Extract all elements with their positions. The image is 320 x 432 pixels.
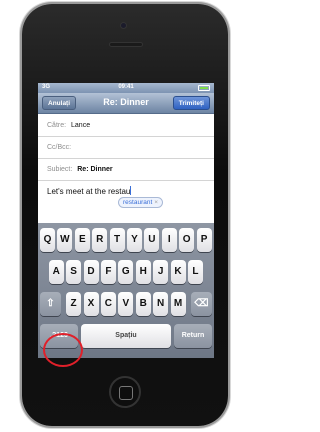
shift-key[interactable]: ⇧ [40,292,61,316]
key-y[interactable]: Y [127,228,142,252]
earpiece-speaker [109,42,143,47]
dismiss-suggestion-icon[interactable]: × [154,199,158,206]
key-h[interactable]: H [135,260,151,284]
suggestion-text: restaurant [123,199,153,206]
key-c[interactable]: C [100,292,116,316]
ccbcc-field[interactable]: Cc/Bcc: [38,137,214,159]
key-q[interactable]: Q [40,228,55,252]
key-k[interactable]: K [170,260,186,284]
key-b[interactable]: B [135,292,151,316]
front-camera [120,22,127,29]
send-button[interactable]: Trimiteți [172,96,210,110]
backspace-key[interactable]: ⌫ [191,292,212,316]
home-button[interactable] [109,376,141,408]
subject-label: Subiect: [47,166,73,173]
key-m[interactable]: M [170,292,186,316]
to-field[interactable]: Către: Lance [38,115,214,137]
ccbcc-label: Cc/Bcc: [47,144,72,151]
subject-value: Re: Dinner [77,166,113,173]
key-x[interactable]: X [83,292,99,316]
message-body-text: Let's meet at the restau [47,187,131,196]
phone-screen: 3G 09:41 Anulați Re: Dinner Trimiteți Că… [38,83,214,358]
key-e[interactable]: E [74,228,90,252]
to-value: Lance [71,122,91,129]
message-body[interactable]: Let's meet at the restau [47,186,132,196]
key-t[interactable]: T [109,228,125,252]
key-o[interactable]: O [179,228,195,252]
clock: 09:41 [118,84,134,90]
text-cursor [130,186,132,195]
battery-icon [198,85,210,91]
key-w[interactable]: W [57,228,73,252]
autocorrect-suggestion[interactable]: restaurant × [118,197,164,208]
key-u[interactable]: U [144,228,160,252]
key-n[interactable]: N [153,292,169,316]
highlight-circle [43,333,83,367]
key-p[interactable]: P [196,228,212,252]
key-a[interactable]: A [48,260,64,284]
key-r[interactable]: R [92,228,108,252]
key-s[interactable]: S [66,260,82,284]
key-i[interactable]: I [161,228,177,252]
key-d[interactable]: D [83,260,99,284]
key-j[interactable]: J [153,260,169,284]
status-bar: 3G 09:41 [38,83,214,93]
subject-field[interactable]: Subiect: Re: Dinner [38,159,214,181]
key-v[interactable]: V [118,292,134,316]
key-l[interactable]: L [187,260,203,284]
space-key[interactable]: Spațiu [81,324,171,348]
to-label: Către: [47,122,67,129]
key-f[interactable]: F [100,260,116,284]
key-g[interactable]: G [118,260,134,284]
mail-nav-bar: Anulați Re: Dinner Trimiteți [38,93,214,114]
key-z[interactable]: Z [66,292,82,316]
return-key[interactable]: Return [174,324,212,348]
